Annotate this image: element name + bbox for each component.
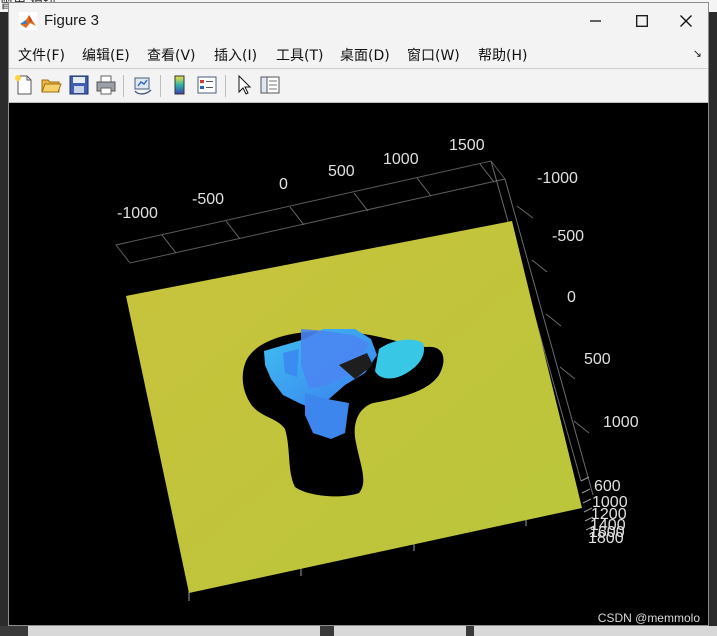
x-tick-label: 500 (328, 163, 355, 180)
plot-3d: -1000 -500 0 500 1000 1500 -1000 -500 0 … (115, 137, 639, 601)
new-figure-icon[interactable] (13, 74, 35, 96)
open-file-icon[interactable] (40, 74, 62, 96)
menu-tools[interactable]: 工具(T) (276, 45, 323, 65)
dock-arrow-icon[interactable]: ↘ (693, 47, 702, 60)
menu-edit[interactable]: 编辑(E) (82, 45, 130, 65)
y-tick-label: -500 (552, 228, 584, 245)
x-tick-label: -1000 (117, 205, 158, 222)
pointer-icon[interactable] (233, 74, 255, 96)
menu-file[interactable]: 文件(F) (18, 45, 65, 65)
toolbar-separator (225, 75, 226, 97)
x-tick-label: 1000 (383, 151, 419, 168)
matlab-icon (19, 12, 37, 30)
background-block (28, 626, 320, 636)
axes-area[interactable]: -1000 -500 0 500 1000 1500 -1000 -500 0 … (9, 103, 708, 625)
x-tick-label: 0 (279, 176, 288, 193)
background-block (474, 626, 717, 636)
y-tick-label: 1000 (603, 414, 639, 431)
menu-window[interactable]: 窗口(W) (407, 45, 460, 65)
menu-desktop[interactable]: 桌面(D) (340, 45, 390, 65)
close-icon (680, 15, 692, 27)
y-tick-label: -1000 (537, 170, 578, 187)
colorbar-icon[interactable] (169, 74, 191, 96)
save-icon[interactable] (68, 74, 90, 96)
figure-window: Figure 3 文件(F) 编辑(E) 查看(V) 插入(I) 工具(T) 桌… (8, 2, 709, 626)
link-plot-icon[interactable] (132, 74, 154, 96)
maximize-icon (636, 15, 648, 27)
y-tick-label: 0 (567, 289, 576, 306)
toolbar-separator (123, 75, 124, 97)
legend-icon[interactable] (196, 74, 218, 96)
toolbar-separator (160, 75, 161, 97)
background-taskbar-strip (0, 626, 717, 636)
y-tick-label: 500 (584, 351, 611, 368)
menu-bar: 文件(F) 编辑(E) 查看(V) 插入(I) 工具(T) 桌面(D) 窗口(W… (9, 39, 708, 69)
minimize-icon (590, 20, 601, 22)
print-icon[interactable] (95, 74, 117, 96)
x-tick-label: 1500 (449, 137, 485, 154)
title-bar[interactable]: Figure 3 (9, 3, 708, 39)
maximize-button[interactable] (619, 3, 665, 39)
minimize-button[interactable] (573, 3, 619, 39)
z-tick-label: 1800 (588, 530, 624, 547)
menu-view[interactable]: 查看(V) (147, 45, 196, 65)
menu-insert[interactable]: 插入(I) (214, 45, 257, 65)
background-block (334, 626, 466, 636)
property-inspector-icon[interactable] (259, 74, 281, 96)
window-title: Figure 3 (44, 12, 100, 29)
figure-toolbar (9, 69, 708, 103)
z-tick-label: 600 (594, 478, 621, 495)
x-tick-label: -500 (192, 191, 224, 208)
close-button[interactable] (663, 3, 709, 39)
menu-help[interactable]: 帮助(H) (478, 45, 527, 65)
watermark: CSDN @memmolo (597, 611, 700, 625)
